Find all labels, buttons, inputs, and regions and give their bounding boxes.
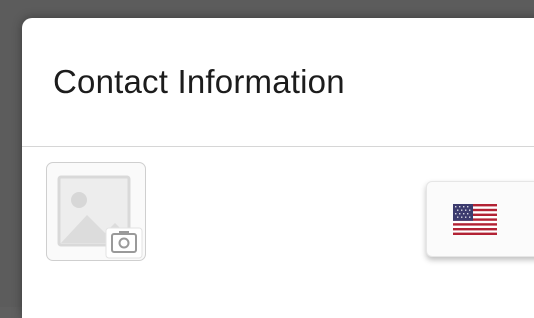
dialog-title: Contact Information [53,63,345,100]
dialog-header: Contact Information [22,18,534,147]
country-code-selector[interactable] [426,181,534,257]
us-flag-icon [453,204,497,235]
contact-photo-button[interactable] [46,162,146,261]
camera-icon [105,227,143,259]
